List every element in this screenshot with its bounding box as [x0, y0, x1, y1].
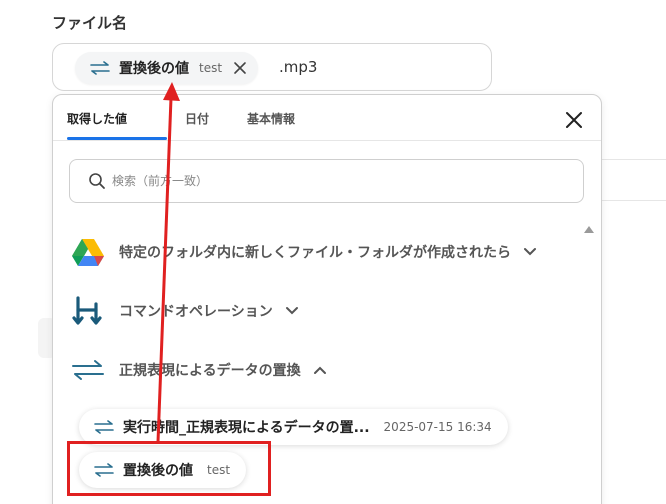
section-label: コマンドオペレーション — [119, 304, 273, 320]
tab-acquired-values[interactable]: 取得した値 — [67, 110, 127, 127]
item-value: 2025-07-15 16:34 — [383, 420, 492, 434]
scroll-up-arrow-icon[interactable] — [584, 225, 594, 233]
item-name: 実行時間_正規表現によるデータの置... — [123, 420, 370, 436]
replace-arrows-icon — [72, 360, 104, 380]
background-divider — [600, 200, 666, 201]
chevron-up-icon — [313, 366, 326, 374]
chevron-down-icon — [285, 307, 298, 315]
background-divider — [600, 159, 666, 160]
chip-name: 置換後の値 — [119, 61, 189, 77]
replace-arrows-icon — [94, 420, 114, 434]
section-label: 正規表現によるデータの置換 — [119, 363, 301, 379]
section-label: 特定のフォルダ内に新しくファイル・フォルダが作成されたら — [119, 245, 511, 261]
highlight-box — [67, 441, 271, 496]
file-extension[interactable]: .mp3 — [279, 58, 317, 76]
chevron-down-icon — [524, 248, 536, 256]
remove-chip-icon[interactable] — [232, 60, 248, 76]
close-icon[interactable] — [565, 111, 583, 129]
value-item-execution-time[interactable]: 実行時間_正規表現によるデータの置... 2025-07-15 16:34 — [79, 409, 508, 445]
active-tab-indicator — [67, 137, 167, 140]
search-box[interactable] — [69, 159, 584, 203]
tab-basic-info[interactable]: 基本情報 — [247, 110, 295, 127]
command-operation-icon — [72, 296, 102, 325]
search-input[interactable] — [112, 174, 532, 188]
tab-date[interactable]: 日付 — [185, 110, 209, 127]
section-regex-replace[interactable]: 正規表現によるデータの置換 — [71, 353, 327, 387]
selected-value-chip[interactable]: 置換後の値 test — [75, 52, 259, 84]
chip-value: test — [199, 61, 223, 75]
google-drive-icon — [72, 239, 104, 266]
search-icon — [89, 173, 105, 189]
filename-field[interactable]: 置換後の値 test .mp3 — [52, 43, 492, 91]
section-google-drive[interactable]: 特定のフォルダ内に新しくファイル・フォルダが作成されたら — [71, 235, 537, 269]
field-label: ファイル名 — [52, 14, 128, 32]
section-command-operation[interactable]: コマンドオペレーション — [71, 294, 299, 328]
replace-arrows-icon — [90, 61, 110, 75]
tab-bar: 取得した値 日付 基本情報 — [53, 95, 601, 141]
